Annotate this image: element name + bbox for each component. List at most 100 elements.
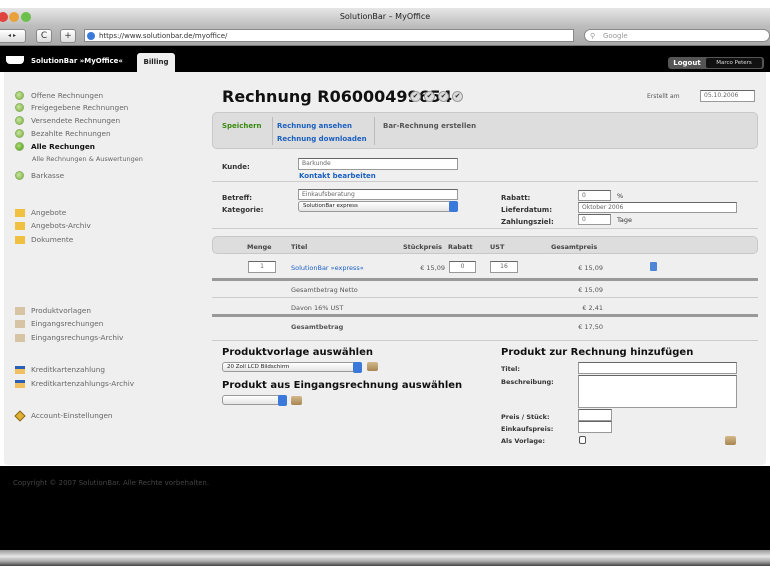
price-input[interactable] (578, 409, 612, 421)
save-button[interactable]: Speichern (222, 122, 262, 130)
vat-amount: € 2,41 (582, 304, 603, 312)
status-icon (15, 91, 24, 100)
days-unit: Tage (617, 216, 633, 224)
edit-contact-link[interactable]: Kontakt bearbeiten (299, 172, 376, 180)
trash-icon[interactable] (650, 262, 657, 271)
category-select[interactable]: SolutionBar express (298, 201, 458, 212)
globe-icon (87, 32, 95, 40)
tab-billing[interactable]: Billing (137, 53, 175, 72)
status-checks: ✔ ✔ ✔ ✔ (410, 91, 463, 102)
sidebar-item-barkasse[interactable]: Barkasse (31, 171, 64, 180)
payment-label: Zahlungsziel: (501, 218, 554, 226)
user-name[interactable]: Marco Peters (706, 58, 762, 68)
sidebar-subitem-auswertungen[interactable]: Alle Rechnungen & Auswertungen (32, 155, 143, 163)
sidebar-item-versendete[interactable]: Versendete Rechnungen (31, 116, 120, 125)
box-icon (15, 320, 25, 328)
product-title-input[interactable] (578, 362, 737, 374)
sidebar-item-eingangsrechungs-archiv[interactable]: Eingangsrechungs-Archiv (31, 333, 123, 342)
purchase-price-input[interactable] (578, 421, 612, 433)
search-icon: ⚲ (590, 32, 596, 40)
status-icon (15, 116, 24, 125)
discount-label: Rabatt: (501, 194, 531, 202)
document-icon (15, 209, 25, 217)
discount-input[interactable]: 0 (578, 190, 611, 201)
price-label: Preis / Stück: (501, 413, 550, 421)
subject-input[interactable]: Einkaufsberatung (298, 189, 458, 200)
column-header: Titel (291, 243, 308, 251)
sidebar-item-freigegebene[interactable]: Freigegebene Rechnungen (31, 103, 128, 112)
description-textarea[interactable] (578, 375, 737, 408)
template-checkbox[interactable] (579, 436, 586, 444)
sidebar-item-angebots-archiv[interactable]: Angebots-Archiv (31, 221, 91, 230)
row-discount-input[interactable]: 0 (449, 261, 476, 273)
new-tab-button[interactable]: + (60, 29, 76, 43)
category-label: Kategorie: (222, 206, 264, 214)
product-link[interactable]: SolutionBar »express« (291, 264, 364, 272)
add-box-icon[interactable] (291, 396, 302, 405)
action-bar (212, 112, 758, 149)
add-product-box-icon[interactable] (725, 436, 736, 445)
sidebar-item-account[interactable]: Account-Einstellungen (31, 411, 113, 420)
customer-input[interactable]: Barkunde (298, 158, 458, 170)
document-icon (15, 236, 25, 244)
check-icon: ✔ (438, 91, 449, 102)
row-total: € 15,09 (578, 264, 603, 272)
created-date-input[interactable]: 05.10.2006 (700, 90, 755, 102)
sidebar-item-bezahlte[interactable]: Bezahlte Rechnungen (31, 129, 111, 138)
status-icon (15, 171, 24, 180)
sidebar-item-produktvorlagen[interactable]: Produktvorlagen (31, 306, 91, 315)
box-icon (15, 334, 25, 342)
description-label: Beschreibung: (501, 378, 554, 386)
back-forward-button[interactable]: ◂ ▸ (0, 29, 26, 43)
total-amount: € 17,50 (578, 323, 603, 331)
net-label: Gesamtbetrag Netto (291, 286, 358, 294)
net-amount: € 15,09 (578, 286, 603, 294)
sidebar-item-eingangsrechungen[interactable]: Eingangsrechungen (31, 319, 103, 328)
column-header: Menge (247, 243, 272, 251)
payment-input[interactable]: 0 (578, 214, 611, 225)
add-product-heading: Produkt zur Rechnung hinzufügen (501, 347, 694, 358)
cup-logo-icon (6, 56, 24, 64)
add-box-icon[interactable] (367, 362, 378, 371)
create-cash-invoice-button[interactable]: Bar-Rechnung erstellen (383, 122, 476, 130)
purchase-price-label: Einkaufspreis: (501, 425, 554, 433)
sidebar-item-kreditkartenzahlungs-archiv[interactable]: Kreditkartenzahlungs-Archiv (31, 379, 134, 388)
sidebar-item-alle[interactable]: Alle Rechungen (31, 142, 95, 151)
sidebar-item-dokumente[interactable]: Dokumente (31, 235, 73, 244)
copyright: Copyright © 2007 SolutionBar. Alle Recht… (13, 479, 210, 487)
template-value: 20 Zoll LCD Bildschirm (227, 364, 290, 370)
logout-button[interactable]: Logout (670, 58, 704, 68)
created-label: Erstellt am (647, 93, 680, 100)
status-icon (15, 103, 24, 112)
column-header: Stückpreis (403, 243, 442, 251)
brand-name: SolutionBar »MyOffice« (31, 57, 123, 65)
minimize-window-button[interactable] (9, 12, 19, 22)
template-heading: Produktvorlage auswählen (222, 347, 374, 358)
incoming-select[interactable] (222, 395, 287, 406)
unit-price: € 15,09 (420, 264, 445, 272)
sidebar-item-angebote[interactable]: Angebote (31, 208, 66, 217)
view-invoice-link[interactable]: Rechnung ansehen (277, 122, 352, 130)
customer-label: Kunde: (222, 163, 250, 171)
status-icon (15, 129, 24, 138)
template-checkbox-label: Als Vorlage: (501, 437, 546, 445)
select-arrows-icon (353, 362, 362, 373)
total-label: Gesamtbetrag (291, 323, 344, 331)
reload-button[interactable]: C (36, 29, 52, 43)
delivery-input[interactable]: Oktober 2006 (578, 202, 737, 213)
status-icon (15, 142, 24, 151)
template-select[interactable]: 20 Zoll LCD Bildschirm (222, 362, 362, 373)
column-header: UST (490, 243, 505, 251)
check-icon: ✔ (452, 91, 463, 102)
check-icon: ✔ (424, 91, 435, 102)
sidebar-item-offene[interactable]: Offene Rechnungen (31, 91, 103, 100)
download-invoice-link[interactable]: Rechnung downloaden (277, 135, 367, 143)
vat-input[interactable]: 16 (490, 261, 518, 273)
app-header: SolutionBar »MyOffice« Billing Logout Ma… (0, 46, 770, 72)
sidebar-item-kreditkartenzahlung[interactable]: Kreditkartenzahlung (31, 365, 105, 374)
url-bar[interactable]: https://www.solutionbar.de/myoffice/ (84, 29, 574, 42)
window-bottom-edge (0, 550, 770, 566)
quantity-input[interactable]: 1 (248, 261, 276, 273)
search-input[interactable]: ⚲ Google (584, 29, 770, 42)
zoom-window-button[interactable] (21, 12, 31, 22)
